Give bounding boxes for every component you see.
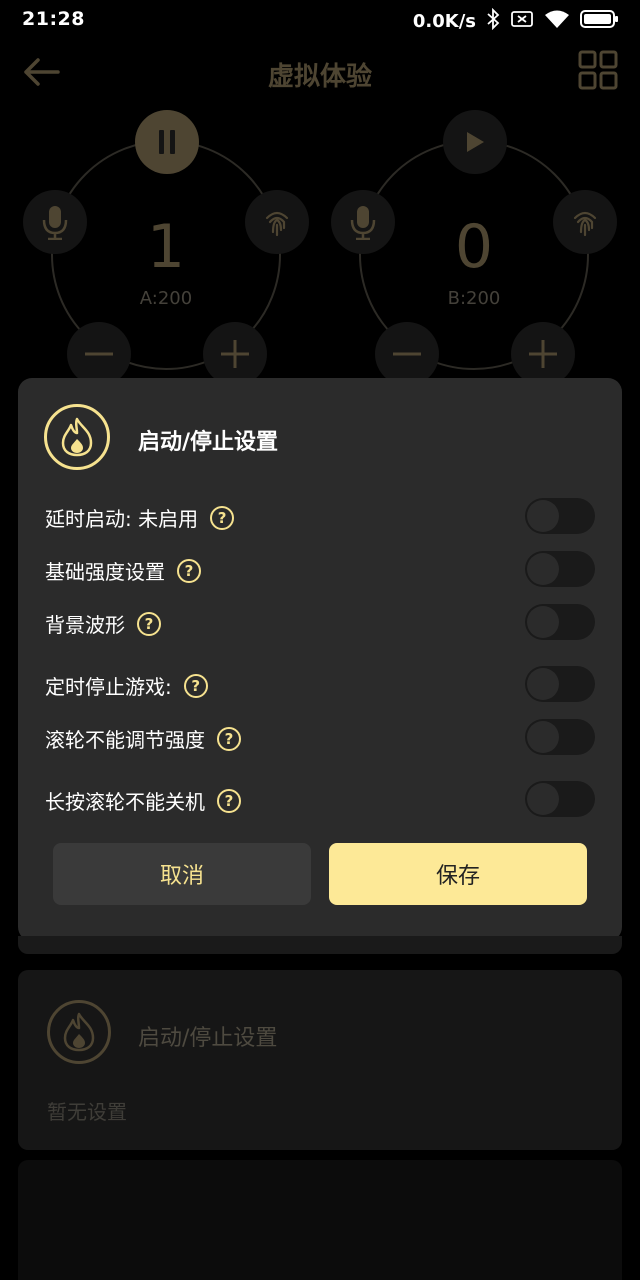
flame-icon (63, 1012, 95, 1052)
status-bar: 21:28 0.0K/s (0, 0, 640, 40)
save-button[interactable]: 保存 (329, 843, 587, 905)
increase-button-b[interactable] (511, 322, 575, 386)
setting-row-wheel-no-adjust: 滚轮不能调节强度 ? (18, 717, 622, 757)
status-time: 21:28 (22, 8, 85, 30)
grid-icon (578, 50, 618, 90)
bluetooth-icon (486, 7, 500, 35)
app-header: 虚拟体验 (0, 44, 640, 104)
minus-icon (85, 352, 113, 356)
toggle-long-press-no-poweroff[interactable] (525, 781, 595, 817)
battery-icon (580, 9, 620, 34)
dialog-title: 启动/停止设置 (138, 430, 279, 455)
pause-icon (159, 130, 175, 154)
setting-label: 基础强度设置 (45, 560, 165, 584)
toggle-knob (527, 606, 559, 638)
wifi-icon (544, 9, 570, 34)
sim-blocked-icon (510, 9, 534, 34)
help-icon[interactable]: ? (217, 726, 241, 751)
grid-menu-button[interactable] (578, 50, 618, 90)
toggle-timed-stop[interactable] (525, 666, 595, 702)
channel-b-value: 0 (454, 212, 494, 282)
toggle-wheel-no-adjust[interactable] (525, 719, 595, 755)
dialog-icon-badge (44, 404, 110, 470)
decrease-button-a[interactable] (67, 322, 131, 386)
channel-b: 0 B:200 (331, 110, 617, 386)
channel-a: 1 A:200 (23, 110, 309, 386)
minus-icon (393, 352, 421, 356)
toggle-background-wave[interactable] (525, 604, 595, 640)
help-icon[interactable]: ? (183, 673, 208, 698)
setting-row-base-strength: 基础强度设置 ? (18, 549, 622, 589)
toggle-knob (527, 553, 559, 585)
help-icon[interactable]: ? (217, 788, 241, 813)
toggle-knob (527, 783, 559, 815)
help-icon[interactable]: ? (210, 505, 235, 530)
setting-label: 长按滚轮不能关机 (45, 790, 205, 814)
start-stop-settings-dialog: 启动/停止设置 延时启动: 未启用 ? 基础强度设置 ? 背景波形 ? 定时停止… (18, 378, 622, 941)
empty-settings-text: 暂无设置 (47, 1100, 127, 1124)
channel-b-label: B:200 (447, 288, 501, 309)
plus-icon (221, 340, 249, 368)
flame-icon (61, 417, 93, 457)
setting-label: 滚轮不能调节强度 (45, 728, 205, 752)
status-icons: 0.0K/s (412, 7, 620, 35)
channel-a-value: 1 (146, 212, 186, 282)
plus-icon (529, 340, 557, 368)
toggle-knob (527, 500, 559, 532)
panel-title: 启动/停止设置 (138, 1026, 278, 1051)
setting-row-delay-start: 延时启动: 未启用 ? (18, 496, 622, 536)
setting-row-timed-stop: 定时停止游戏: ? (18, 664, 622, 704)
channel-a-label: A:200 (139, 288, 193, 309)
background-panel-edge (18, 936, 622, 954)
setting-label: 延时启动: 未启用 (45, 507, 199, 531)
pause-button-a[interactable] (135, 110, 199, 174)
toggle-delay-start[interactable] (525, 498, 595, 534)
setting-label: 定时停止游戏: (45, 675, 172, 699)
toggle-knob (527, 721, 559, 753)
background-settings-panel: 启动/停止设置 暂无设置 (18, 970, 622, 1150)
setting-row-long-press-no-poweroff: 长按滚轮不能关机 ? (18, 779, 622, 819)
setting-label: 背景波形 (45, 613, 125, 637)
play-button-b[interactable] (443, 110, 507, 174)
help-icon[interactable]: ? (137, 611, 161, 636)
toggle-base-strength[interactable] (525, 551, 595, 587)
cancel-button[interactable]: 取消 (53, 843, 311, 905)
increase-button-a[interactable] (203, 322, 267, 386)
network-speed: 0.0K/s (412, 11, 476, 32)
help-icon[interactable]: ? (177, 558, 201, 583)
decrease-button-b[interactable] (375, 322, 439, 386)
page-title: 虚拟体验 (267, 62, 372, 92)
setting-row-background-wave: 背景波形 ? (18, 602, 622, 642)
play-icon (467, 132, 484, 152)
panel-icon-badge (47, 1000, 111, 1064)
background-panel-bottom (18, 1160, 622, 1280)
toggle-knob (527, 668, 559, 700)
